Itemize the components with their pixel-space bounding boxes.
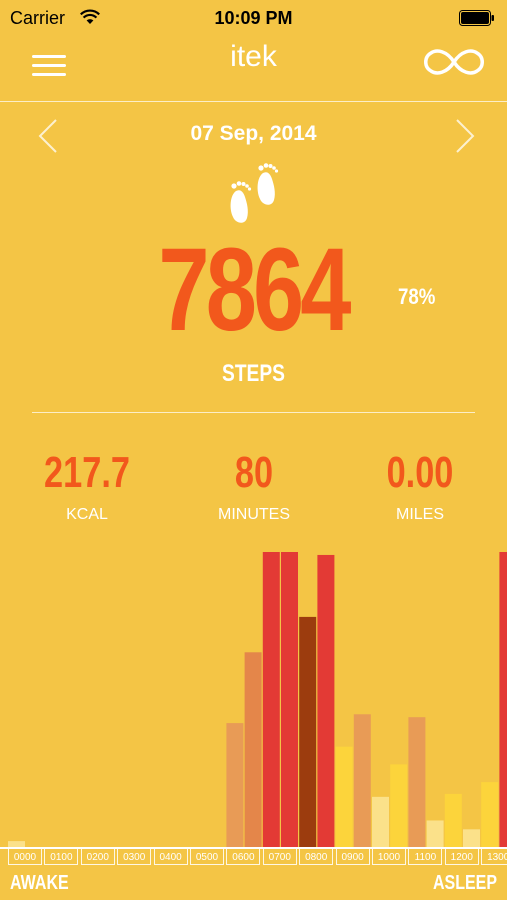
time-tick-label: 1000 <box>372 849 406 865</box>
stats-divider <box>32 412 475 413</box>
goal-percent: 78% <box>398 284 436 309</box>
time-tick-label: 1200 <box>444 849 479 865</box>
time-tick-label: 0100 <box>44 849 79 865</box>
activity-bar-5 <box>299 616 317 847</box>
awake-legend: AWAKE <box>10 872 69 894</box>
kcal-stat: 217.7 KCAL <box>17 448 157 524</box>
activity-bar-4 <box>281 552 298 847</box>
activity-bar-chart <box>8 552 507 847</box>
time-tick-label: 0700 <box>262 849 297 865</box>
activity-bar-7 <box>335 746 353 847</box>
activity-bar-10 <box>390 764 408 847</box>
time-axis: 0000 0100 0200 0300 0400 0500 0600 0700 0800 0900… <box>0 849 507 867</box>
activity-bar-14 <box>463 829 480 847</box>
time-tick-label: 0300 <box>117 849 152 865</box>
time-tick-label: 1300 <box>481 849 507 865</box>
time-tick-label: 0400 <box>153 849 188 865</box>
date-navigator: 07 Sep, 2014 <box>0 112 507 158</box>
minutes-label: MINUTES <box>218 506 290 523</box>
miles-stat: 0.00 MILES <box>350 448 490 524</box>
clock: 10:09 PM <box>214 8 293 28</box>
chevron-right-icon[interactable] <box>451 116 479 156</box>
date-label: 07 Sep, 2014 <box>190 122 317 145</box>
activity-bar-12 <box>426 820 444 847</box>
steps-label: STEPS <box>222 360 285 387</box>
status-bar: Carrier 10:09 PM <box>0 0 507 38</box>
asleep-legend: ASLEEP <box>432 872 497 894</box>
navigation-bar: itek <box>0 38 507 102</box>
infinity-icon[interactable] <box>421 44 487 80</box>
time-tick-label: 1100 <box>408 849 443 865</box>
nav-divider <box>0 101 507 102</box>
activity-bar-15 <box>481 782 499 847</box>
time-tick-label: 0900 <box>335 849 370 865</box>
miles-value: 0.00 <box>386 448 454 497</box>
activity-bar-8 <box>353 714 371 847</box>
activity-bar-9 <box>372 796 389 847</box>
battery-icon <box>459 10 494 26</box>
activity-bar-16 <box>499 552 507 847</box>
activity-bar-3 <box>262 552 280 847</box>
minutes-stat: 80 MINUTES <box>184 448 324 524</box>
time-tick-label: 0200 <box>80 849 115 865</box>
time-tick-label: 0000 <box>8 849 42 865</box>
activity-bar-13 <box>444 793 462 847</box>
kcal-value: 217.7 <box>44 448 130 497</box>
miles-label: MILES <box>395 506 444 523</box>
activity-bar-11 <box>408 717 426 847</box>
kcal-label: KCAL <box>66 506 108 523</box>
activity-bar-2 <box>244 652 262 847</box>
time-tick-label: 0800 <box>299 849 334 865</box>
footprints-icon <box>230 163 279 223</box>
minutes-value: 80 <box>234 448 274 497</box>
activity-bar-6 <box>317 554 335 847</box>
activity-bar-1 <box>226 723 244 847</box>
time-tick-label: 0600 <box>226 849 261 865</box>
steps-count: 7864 <box>158 224 351 356</box>
time-tick-label: 0500 <box>190 849 224 865</box>
